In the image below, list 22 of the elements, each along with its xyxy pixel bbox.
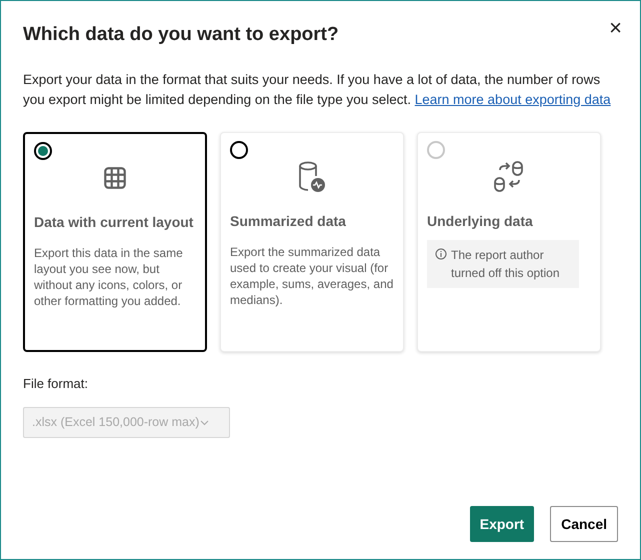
table-icon: [102, 164, 128, 190]
learn-more-link[interactable]: Learn more about exporting data: [414, 92, 611, 106]
dialog-title: Which data do you want to export?: [23, 23, 339, 47]
info-icon: [435, 248, 447, 260]
export-button[interactable]: Export: [470, 506, 534, 542]
option-card[interactable]: Summarized data Export the summarized data used to create your visual (for example, sums, averages, and medians).: [220, 132, 404, 352]
option-description: Export the summarized data used to create your visual (for example, sums, averages, and medians).: [230, 244, 394, 308]
option-title: Summarized data: [230, 212, 347, 230]
close-button[interactable]: ×: [609, 17, 622, 39]
option-title: Underlying data: [427, 212, 534, 231]
database-pulse-icon: [296, 160, 328, 194]
file-format-label: File format:: [23, 374, 90, 392]
cancel-button[interactable]: Cancel: [550, 506, 618, 542]
option-title: Data with current layout: [34, 212, 194, 232]
intro-text: Export your data in the format that suits your needs. If you have a lot of data, the number of rows you export might be limited depending on the file type you select. Learn more about exporting data: [23, 70, 612, 109]
option-description: Export this data in the same layout you see now, but without any icons, colors, or other formatting you added.: [34, 244, 184, 308]
chevron-down-icon: [200, 420, 210, 426]
option-card[interactable]: Data with current layout Export this data in the same layout you see now, but without any icons, colors, or other formatting you added.: [23, 132, 207, 352]
radio-button[interactable]: [34, 142, 52, 160]
notice-text: The report author turned off this option: [451, 246, 561, 282]
radio-button[interactable]: [230, 140, 248, 158]
database-sync-icon: [492, 160, 526, 192]
